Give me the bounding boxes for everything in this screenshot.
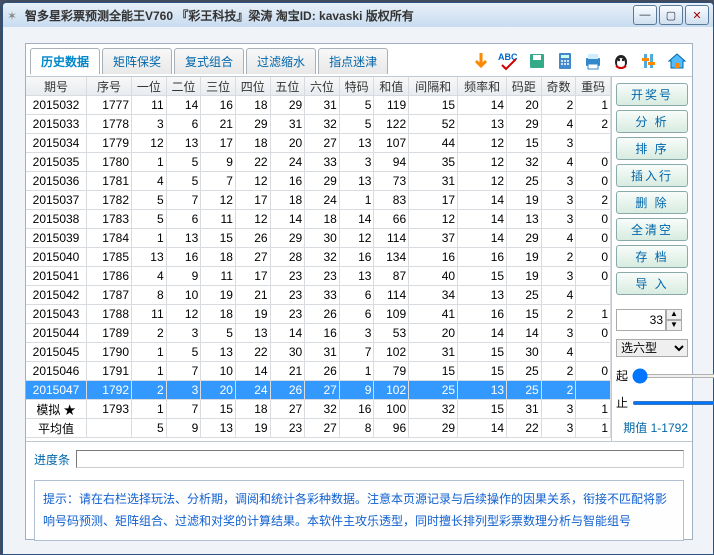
toolbar-icons: ABC xyxy=(470,50,688,72)
table-row[interactable]: 20150471792232024262791022513252 xyxy=(26,381,611,400)
tabs-row: 历史数据矩阵保奖复式组合过滤缩水指点迷津 ABC xyxy=(26,44,692,77)
main-area: 期号序号一位二位三位四位五位六位特码和值间隔和频率和码距奇数重码20150321… xyxy=(26,77,692,441)
window-title: 智多星彩票预测全能王V760 『彩王科技』梁涛 淘宝ID: kavaski 版权… xyxy=(25,7,633,24)
tab-4[interactable]: 指点迷津 xyxy=(318,48,388,74)
period-info: 期值 1-1792 xyxy=(616,419,688,436)
calculator-icon[interactable] xyxy=(554,50,576,72)
slider-start-label: 起 xyxy=(616,367,628,384)
slider-end-label: 止 xyxy=(616,394,628,411)
column-header[interactable]: 期号 xyxy=(26,77,87,96)
column-header[interactable]: 奇数 xyxy=(541,77,576,96)
side-button-2[interactable]: 排 序 xyxy=(616,137,688,160)
tab-2[interactable]: 复式组合 xyxy=(174,48,244,74)
table-row[interactable]: 2015035178015922243339435123240 xyxy=(26,153,611,172)
table-row[interactable]: 201503317783621293132512252132942 xyxy=(26,115,611,134)
column-header[interactable]: 二位 xyxy=(166,77,201,96)
side-button-3[interactable]: 插入行 xyxy=(616,164,688,187)
progress-label: 进度条 xyxy=(34,451,70,468)
table-row[interactable]: 20150461791171014212617915152520 xyxy=(26,362,611,381)
side-button-1[interactable]: 分 析 xyxy=(616,110,688,133)
column-header[interactable]: 四位 xyxy=(235,77,270,96)
column-header[interactable]: 码距 xyxy=(507,77,542,96)
tab-3[interactable]: 过滤缩水 xyxy=(246,48,316,74)
column-header[interactable]: 一位 xyxy=(132,77,167,96)
table-row[interactable]: 20150371782571217182418317141932 xyxy=(26,191,611,210)
progress-bar xyxy=(76,450,684,468)
titlebar: ✶ 智多星彩票预测全能王V760 『彩王科技』梁涛 淘宝ID: kavaski … xyxy=(3,3,713,27)
number-spinner[interactable]: ▲ ▼ xyxy=(616,309,688,331)
hint-box: 提示：请在右栏选择玩法、分析期，调阅和统计各彩种数据。注意本页源记录与后续操作的… xyxy=(34,480,684,541)
settings-icon[interactable] xyxy=(638,50,660,72)
progress-row: 进度条 xyxy=(26,441,692,476)
column-header[interactable]: 五位 xyxy=(270,77,305,96)
column-header[interactable]: 间隔和 xyxy=(409,77,458,96)
app-window: ✶ 智多星彩票预测全能王V760 『彩王科技』梁涛 淘宝ID: kavaski … xyxy=(2,2,714,555)
home-icon[interactable] xyxy=(666,50,688,72)
spin-input[interactable] xyxy=(616,309,666,331)
side-panel: 开奖号分 析排 序插入行删 除全清空存 档导 入 ▲ ▼ 选六型 起 止 期值 … xyxy=(612,77,692,441)
side-button-0[interactable]: 开奖号 xyxy=(616,83,688,106)
abc-check-icon[interactable]: ABC xyxy=(498,50,520,72)
close-button[interactable]: ✕ xyxy=(685,5,709,25)
print-icon[interactable] xyxy=(582,50,604,72)
tab-1[interactable]: 矩阵保奖 xyxy=(102,48,172,74)
table-row[interactable]: 20150431788111218192326610941161521 xyxy=(26,305,611,324)
table-row[interactable]: 20150451790151322303171023115304 xyxy=(26,343,611,362)
start-slider[interactable] xyxy=(632,374,714,378)
column-header[interactable]: 三位 xyxy=(201,77,236,96)
maximize-button[interactable]: ▢ xyxy=(659,5,683,25)
qq-icon[interactable] xyxy=(610,50,632,72)
arrow-down-icon[interactable] xyxy=(470,50,492,72)
tab-0[interactable]: 历史数据 xyxy=(30,48,100,74)
table-row[interactable]: 模拟 ★179317151827321610032153131 xyxy=(26,400,611,419)
column-header[interactable]: 和值 xyxy=(374,77,409,96)
client-area: 历史数据矩阵保奖复式组合过滤缩水指点迷津 ABC 期号序号一位二位三位四位五位六… xyxy=(25,43,693,540)
end-slider[interactable] xyxy=(632,401,714,405)
table-row[interactable]: 201504217878101921233361143413254 xyxy=(26,286,611,305)
table-row[interactable]: 2015044178923513141635320141430 xyxy=(26,324,611,343)
table-row[interactable]: 20150341779121317182027131074412153 xyxy=(26,134,611,153)
table-row[interactable]: 201504117864911172323138740151930 xyxy=(26,267,611,286)
table-row[interactable]: 201503817835611121418146612141330 xyxy=(26,210,611,229)
table-row[interactable]: 201504017851316182728321613416161920 xyxy=(26,248,611,267)
side-button-6[interactable]: 存 档 xyxy=(616,245,688,268)
column-header[interactable]: 频率和 xyxy=(458,77,507,96)
side-button-5[interactable]: 全清空 xyxy=(616,218,688,241)
save-icon[interactable] xyxy=(526,50,548,72)
table-row[interactable]: 20150361781457121629137331122530 xyxy=(26,172,611,191)
side-button-7[interactable]: 导 入 xyxy=(616,272,688,295)
spin-up[interactable]: ▲ xyxy=(666,309,682,320)
window-controls: — ▢ ✕ xyxy=(633,5,709,25)
minimize-button[interactable]: — xyxy=(633,5,657,25)
type-select[interactable]: 选六型 xyxy=(616,339,688,357)
app-icon: ✶ xyxy=(7,9,19,21)
data-grid[interactable]: 期号序号一位二位三位四位五位六位特码和值间隔和频率和码距奇数重码20150321… xyxy=(26,77,612,441)
column-header[interactable]: 重码 xyxy=(576,77,611,96)
table-row[interactable]: 20150321777111416182931511915142021 xyxy=(26,96,611,115)
spin-down[interactable]: ▼ xyxy=(666,320,682,331)
table-row[interactable]: 20150391784113152629301211437142940 xyxy=(26,229,611,248)
column-header[interactable]: 序号 xyxy=(87,77,132,96)
table-row[interactable]: 平均值591319232789629142231 xyxy=(26,419,611,438)
side-button-4[interactable]: 删 除 xyxy=(616,191,688,214)
column-header[interactable]: 六位 xyxy=(305,77,340,96)
column-header[interactable]: 特码 xyxy=(339,77,374,96)
